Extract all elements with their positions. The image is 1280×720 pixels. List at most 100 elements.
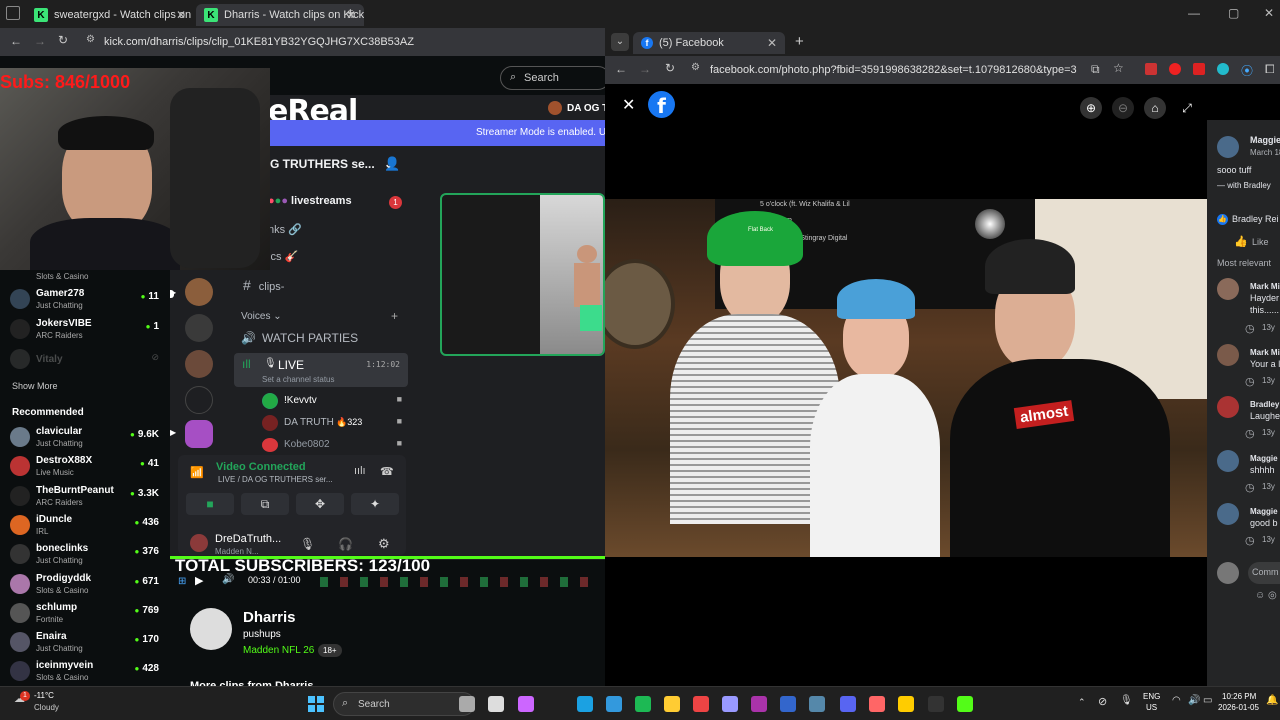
app-icon[interactable]	[809, 696, 825, 712]
server-icon[interactable]	[185, 350, 213, 378]
voice-user-kevvtv[interactable]: !Kevvtv ■	[260, 392, 406, 410]
like-button[interactable]: Like	[1252, 237, 1269, 247]
server-icon[interactable]	[185, 314, 213, 342]
extension-icon[interactable]: ⦿	[1241, 62, 1253, 79]
site-info-icon[interactable]: ⚙	[86, 34, 95, 45]
zoom-out-icon[interactable]: ⊖	[1112, 97, 1134, 119]
discord-icon[interactable]	[840, 696, 856, 712]
sidebar-recommended-channel[interactable]: TheBurntPeanutARC Raiders 3.3K	[10, 483, 165, 511]
tag-icon[interactable]: ⌂	[1144, 97, 1166, 119]
avatar[interactable]	[1217, 503, 1239, 525]
extension-icon[interactable]	[1193, 63, 1205, 75]
spotify-icon[interactable]	[635, 696, 651, 712]
volume-tray-icon[interactable]: 🔊	[1188, 695, 1200, 706]
server-icon[interactable]	[185, 420, 213, 448]
sidebar-recommended-channel[interactable]: schlumpFortnite 769	[10, 600, 165, 628]
screenshare-button[interactable]: ⧉	[241, 493, 289, 515]
show-more-link[interactable]: Show More	[12, 381, 58, 391]
add-member-icon[interactable]: 👤	[384, 156, 400, 172]
avatar[interactable]	[1217, 450, 1239, 472]
avatar[interactable]	[1217, 344, 1239, 366]
zoom-in-icon[interactable]: ⊕	[1080, 97, 1102, 119]
add-channel-icon[interactable]: +	[391, 309, 398, 323]
activities-button[interactable]: ✥	[296, 493, 344, 515]
channel-links[interactable]: nks 🔗	[268, 223, 302, 236]
mic-tray-icon[interactable]: 🎙	[1120, 695, 1133, 706]
app-icon[interactable]	[869, 696, 885, 712]
close-tab-icon[interactable]: ✕	[767, 36, 777, 50]
forward-icon[interactable]: →	[34, 34, 46, 48]
soundboard-button[interactable]: ✦	[351, 493, 399, 515]
reply-icon[interactable]: ◷	[1245, 322, 1255, 335]
sidebar-channel-offline[interactable]: Vitaly ⊘	[10, 346, 165, 374]
forward-icon[interactable]: →	[639, 62, 651, 76]
weather-widget[interactable]: ☁ 1 -11°C Cloudy	[14, 691, 84, 717]
maximize-icon[interactable]: ▢	[1228, 6, 1239, 20]
comment-time[interactable]: 13y	[1262, 376, 1275, 385]
sidebar-recommended-channel[interactable]: iceinmyveinSlots & Casino 428	[10, 658, 165, 686]
new-tab-icon[interactable]: +	[346, 5, 355, 22]
store-icon[interactable]	[606, 696, 622, 712]
server-icon[interactable]	[185, 386, 213, 414]
voice-user-kobe[interactable]: Kobe0802 ■	[260, 436, 406, 454]
premiere-icon[interactable]	[722, 696, 738, 712]
sidebar-channel[interactable]: JokersVIBE ARC Raiders 1	[10, 316, 165, 344]
tab-facebook[interactable]: f (5) Facebook ✕	[633, 32, 785, 54]
play-icon[interactable]: ▶	[195, 574, 203, 587]
app-icon[interactable]	[751, 696, 767, 712]
site-info-icon[interactable]: ⚙	[691, 62, 700, 73]
clip-channel-name[interactable]: Dharris	[243, 609, 296, 626]
task-view-icon[interactable]	[488, 696, 504, 712]
channel-livestreams[interactable]: ●●● livestreams	[268, 195, 352, 207]
new-tab-icon[interactable]: +	[795, 33, 804, 50]
stream-video-preview[interactable]	[440, 193, 605, 356]
disconnect-icon[interactable]: ☎	[380, 465, 394, 478]
volume-icon[interactable]: 🔊	[222, 574, 234, 585]
chrome-icon[interactable]	[693, 696, 709, 712]
tab-actions-icon[interactable]	[6, 6, 20, 20]
sidebar-recommended-channel[interactable]: clavicular Just Chatting 9.6K	[10, 424, 165, 452]
voices-category[interactable]: Voices ⌄	[241, 311, 282, 322]
back-icon[interactable]: ←	[615, 62, 627, 76]
like-icon[interactable]: 👍	[1234, 235, 1248, 248]
address-bar[interactable]: kick.com/dharris/clips/clip_01KE81YB32YG…	[104, 36, 414, 48]
comment-time[interactable]: 13y	[1262, 535, 1275, 544]
commenter-name[interactable]: Maggie	[1250, 454, 1278, 463]
language-indicator[interactable]: ENG	[1143, 692, 1160, 701]
reply-icon[interactable]: ◷	[1245, 427, 1255, 440]
commenter-name[interactable]: Mark Mi	[1250, 348, 1280, 357]
wifi-icon[interactable]: ◠	[1172, 695, 1181, 706]
close-tab-icon[interactable]: ✕	[176, 8, 186, 22]
close-viewer-icon[interactable]: ✕	[622, 95, 635, 115]
bookmark-star-icon[interactable]: ☆	[1113, 61, 1124, 75]
settings-icon[interactable]: ⚙	[378, 536, 390, 552]
mic-icon[interactable]: 🎙	[300, 537, 315, 551]
close-window-icon[interactable]: ✕	[1264, 6, 1274, 20]
reaction-names[interactable]: Bradley Rei	[1232, 214, 1279, 224]
extensions-puzzle-icon[interactable]: ⧠	[1265, 62, 1275, 77]
post-with[interactable]: — with Bradley	[1217, 181, 1271, 190]
channel-clips[interactable]: # clips-	[243, 277, 284, 293]
battery-icon[interactable]: ▭	[1203, 695, 1212, 706]
comment-time[interactable]: 13y	[1262, 482, 1275, 491]
sidebar-recommended-channel[interactable]: EnairaJust Chatting 170	[10, 629, 165, 657]
steam-icon[interactable]	[780, 696, 796, 712]
facebook-logo-icon[interactable]: f	[648, 91, 675, 118]
commenter-name[interactable]: Bradley	[1250, 400, 1279, 409]
channel-live-selected[interactable]: ıll 🎙 LIVE 1:12:02 Set a channel status	[234, 353, 408, 387]
kick-search-input[interactable]: ⌕ Search	[500, 66, 610, 90]
poster-name[interactable]: Maggie	[1250, 135, 1280, 145]
server-name[interactable]: G TRUTHERS se... ⌄	[270, 157, 394, 171]
reply-icon[interactable]: ◷	[1245, 534, 1255, 547]
extension-icon[interactable]	[1217, 63, 1229, 75]
reply-icon[interactable]: ◷	[1245, 481, 1255, 494]
tab-sweatergxd[interactable]: K sweatergxd - Watch clips on Kic ✕	[26, 4, 194, 26]
clock-time[interactable]: 10:26 PM	[1222, 692, 1256, 701]
extension-icon[interactable]	[1169, 63, 1181, 75]
sidebar-recommended-channel[interactable]: iDuncleIRL 436	[10, 512, 165, 540]
copilot-icon[interactable]	[518, 696, 534, 712]
app-icon[interactable]	[898, 696, 914, 712]
voice-user-datruth[interactable]: DA TRUTH 🔥323 ■	[260, 414, 406, 432]
facebook-photo[interactable]: 5 o'clock (ft. Wiz Khalifa & Lil R by St…	[605, 199, 1207, 557]
noise-suppression-icon[interactable]: ıılı	[354, 465, 366, 477]
